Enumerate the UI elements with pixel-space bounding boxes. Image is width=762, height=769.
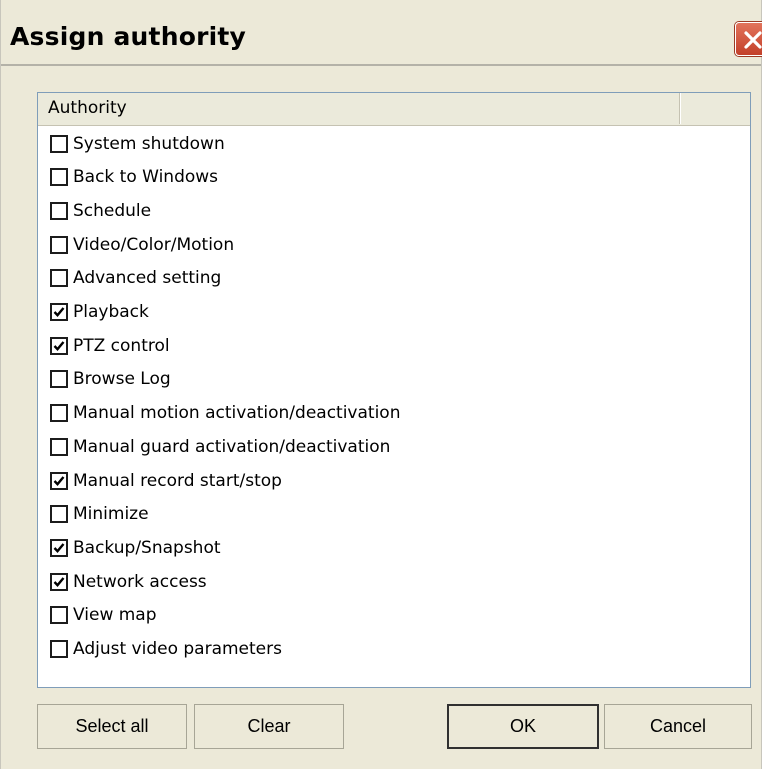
authority-item[interactable]: Manual guard activation/deactivation [50,430,390,463]
authority-item-label: Minimize [73,504,149,525]
authority-item[interactable]: PTZ control [50,329,170,362]
column-header-authority[interactable]: Authority [38,93,680,124]
authority-item[interactable]: Manual record start/stop [50,464,282,497]
checkbox-unchecked[interactable] [50,269,68,288]
checkbox-unchecked[interactable] [50,437,68,456]
checkbox-checked[interactable] [50,572,68,591]
authority-item-label: Schedule [73,200,152,221]
assign-authority-dialog: Assign authority Authority System shutdo… [0,0,762,769]
checkbox-unchecked[interactable] [50,201,68,220]
authority-item[interactable]: Adjust video parameters [50,633,282,666]
checkmark-icon [53,475,65,486]
checkbox-checked[interactable] [50,303,68,321]
checkmark-icon [53,543,65,553]
authority-item-label: Network access [73,571,207,592]
authority-item[interactable]: Video/Color/Motion [50,228,234,261]
checkbox-checked[interactable] [50,471,68,490]
checkbox-unchecked[interactable] [50,370,68,389]
checkbox-unchecked[interactable] [50,168,68,187]
authority-item-label: Browse Log [73,369,171,390]
select-all-button[interactable]: Select all [37,704,187,749]
title-bar[interactable]: Assign authority [1,0,762,66]
authority-item[interactable]: Playback [50,296,149,329]
authority-item-label: Video/Color/Motion [73,234,235,255]
authority-list[interactable]: Authority System shutdown Back to Windows… [37,92,751,688]
cancel-button[interactable]: Cancel [604,704,752,749]
authority-item[interactable]: Schedule [50,194,151,227]
checkmark-icon [53,576,65,587]
checkbox-unchecked[interactable] [50,606,68,625]
authority-item-label: View map [73,605,157,626]
authority-item-label: Manual record start/stop [73,470,282,491]
authority-item[interactable]: Browse Log [50,363,171,396]
authority-item-label: System shutdown [73,133,225,154]
checkbox-unchecked[interactable] [50,404,68,423]
authority-item-label: Manual motion activation/deactivation [73,403,401,424]
authority-item[interactable]: Back to Windows [50,161,218,194]
authority-item-label: Backup/Snapshot [73,537,221,558]
checkmark-icon [53,307,65,318]
checkbox-unchecked[interactable] [50,134,68,153]
authority-item[interactable]: Network access [50,565,207,598]
authority-item[interactable]: Minimize [50,498,149,531]
checkbox-unchecked[interactable] [50,505,68,524]
authority-item[interactable]: View map [50,599,157,632]
dialog-title: Assign authority [10,22,247,51]
list-header: Authority [38,93,750,126]
authority-item-label: Playback [73,302,149,322]
clear-button[interactable]: Clear [194,704,344,749]
authority-item-label: PTZ control [73,335,170,356]
checkbox-unchecked[interactable] [50,235,68,254]
ok-button[interactable]: OK [447,704,599,749]
authority-item[interactable]: System shutdown [50,127,225,160]
authority-item[interactable]: Manual motion activation/deactivation [50,397,400,430]
authority-item[interactable]: Advanced setting [50,262,221,295]
column-header-extra[interactable] [680,93,750,124]
authority-item-label: Manual guard activation/deactivation [73,436,391,457]
close-icon [744,31,762,49]
checkbox-checked[interactable] [50,336,68,355]
authority-item[interactable]: Backup/Snapshot [50,531,221,564]
authority-item-label: Back to Windows [73,167,219,188]
checkbox-unchecked[interactable] [50,640,68,658]
checkbox-checked[interactable] [50,538,68,557]
close-button[interactable] [735,22,762,56]
authority-item-label: Advanced setting [73,268,222,289]
checkmark-icon [53,340,65,351]
authority-item-label: Adjust video parameters [73,639,282,659]
